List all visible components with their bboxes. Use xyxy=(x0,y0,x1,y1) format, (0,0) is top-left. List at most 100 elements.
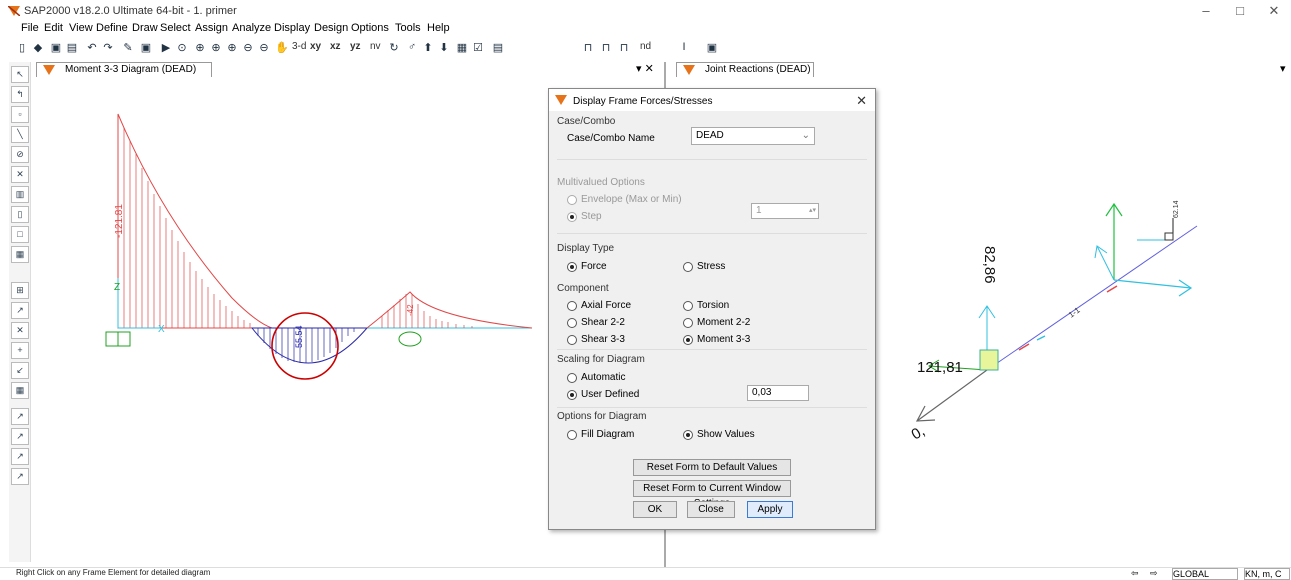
reset-current-button[interactable]: Reset Form to Current Window Settings xyxy=(633,480,791,509)
nd-button[interactable]: nd xyxy=(640,41,651,52)
menu-options[interactable]: Options xyxy=(351,22,389,34)
units-select[interactable]: KN, m, C xyxy=(1244,568,1290,580)
menu-define[interactable]: Define xyxy=(96,22,128,34)
menu-help[interactable]: Help xyxy=(427,22,450,34)
menu-select[interactable]: Select xyxy=(160,22,191,34)
display-options-icon[interactable]: ▤ xyxy=(490,39,506,55)
stress-radio[interactable]: Stress xyxy=(683,261,725,272)
undo-icon[interactable]: ↶ xyxy=(84,39,100,55)
menu-design[interactable]: Design xyxy=(314,22,348,34)
shear-33-radio[interactable]: Shear 3-3 xyxy=(567,334,625,345)
deformed-icon[interactable]: ⊓ xyxy=(598,39,614,55)
view-3d-button[interactable]: 3-d xyxy=(292,41,306,52)
close-button[interactable]: Close xyxy=(687,501,735,518)
case-combo-select[interactable]: DEAD ⌄ xyxy=(691,127,815,145)
pencil-icon[interactable]: ✎ xyxy=(120,39,136,55)
force-radio[interactable]: Force xyxy=(567,261,607,272)
save-icon[interactable]: ▣ xyxy=(48,39,64,55)
draw-frame-icon[interactable]: ╲ xyxy=(11,126,29,143)
step-radio[interactable]: Step xyxy=(567,211,602,222)
new-file-icon[interactable]: ▯ xyxy=(14,39,30,55)
ok-button[interactable]: OK xyxy=(633,501,677,518)
apply-button[interactable]: Apply xyxy=(747,501,793,518)
fill-diagram-radio[interactable]: Fill Diagram xyxy=(567,429,634,440)
step-input[interactable]: 1 ▴▾ xyxy=(751,203,819,219)
print-icon[interactable]: ▤ xyxy=(64,39,80,55)
zoom-in-icon[interactable]: ⊕ xyxy=(224,39,240,55)
view-nv-button[interactable]: nv xyxy=(370,41,381,52)
minimize-button[interactable]: – xyxy=(1191,3,1221,19)
menu-display[interactable]: Display xyxy=(274,22,310,34)
forces-icon[interactable]: ⊓ xyxy=(616,39,632,55)
moment-22-radio[interactable]: Moment 2-2 xyxy=(683,317,750,328)
intersect-icon[interactable]: ✕ xyxy=(11,322,29,339)
snap-mid-icon[interactable]: ↗ xyxy=(11,448,29,465)
quick-frame-icon[interactable]: ⊘ xyxy=(11,146,29,163)
previous-select-icon[interactable]: ↗ xyxy=(11,302,29,319)
pan-icon[interactable]: ✋ xyxy=(274,39,290,55)
zoom-extent-icon[interactable]: ⊖ xyxy=(256,39,272,55)
snap-points-icon[interactable]: ↗ xyxy=(11,428,29,445)
grid-select-icon[interactable]: ▦ xyxy=(11,382,29,399)
menu-file[interactable]: File xyxy=(21,22,39,34)
tab-joint-reactions[interactable]: Joint Reactions (DEAD) xyxy=(676,62,814,77)
axial-force-radio[interactable]: Axial Force xyxy=(567,300,631,311)
zoom-out-icon[interactable]: ⊖ xyxy=(240,39,256,55)
menu-edit[interactable]: Edit xyxy=(44,22,63,34)
line-select-icon[interactable]: ↙ xyxy=(11,362,29,379)
lock-icon[interactable]: ▣ xyxy=(138,39,154,55)
reset-default-button[interactable]: Reset Form to Default Values xyxy=(633,459,791,476)
envelope-radio[interactable]: Envelope (Max or Min) xyxy=(567,194,682,205)
move-up-icon[interactable]: ⬆ xyxy=(420,39,436,55)
reshape-icon[interactable]: ↰ xyxy=(11,86,29,103)
area-draw-icon[interactable]: ▯ xyxy=(11,206,29,223)
snap-intersect-icon[interactable]: ↗ xyxy=(11,468,29,485)
grid-icon[interactable]: ▦ xyxy=(454,39,470,55)
left-panel-close-button[interactable]: ▾ ✕ xyxy=(636,62,654,75)
snap-all-icon[interactable]: ↗ xyxy=(11,408,29,425)
scale-factor-input[interactable]: 0,03 xyxy=(747,385,809,401)
menu-view[interactable]: View xyxy=(69,22,93,34)
user-defined-radio[interactable]: User Defined xyxy=(567,389,639,400)
check-icon[interactable]: ☑ xyxy=(470,39,486,55)
run-analysis-icon[interactable]: ▶ xyxy=(158,39,174,55)
rect-area-icon[interactable]: □ xyxy=(11,226,29,243)
dialog-title-bar[interactable]: Display Frame Forces/Stresses ✕ xyxy=(549,89,875,111)
maximize-button[interactable]: □ xyxy=(1225,3,1255,19)
view-xz-button[interactable]: xz xyxy=(330,41,341,52)
rotate-icon[interactable]: ↻ xyxy=(386,39,402,55)
torsion-radio[interactable]: Torsion xyxy=(683,300,729,311)
open-file-icon[interactable]: ◆ xyxy=(30,39,46,55)
joint-icon[interactable]: ▫ xyxy=(11,106,29,123)
tab-moment-diagram[interactable]: Moment 3-3 Diagram (DEAD) xyxy=(36,62,212,77)
arrow-left-icon[interactable]: ⇦ xyxy=(1131,568,1139,579)
redo-icon[interactable]: ↷ xyxy=(100,39,116,55)
dialog-close-icon[interactable]: ✕ xyxy=(856,93,867,109)
perspective-icon[interactable]: ♂ xyxy=(404,39,420,55)
quick-area-icon[interactable]: ▦ xyxy=(11,246,29,263)
shear-22-radio[interactable]: Shear 2-2 xyxy=(567,317,625,328)
close-window-button[interactable]: ✕ xyxy=(1259,3,1289,19)
secondary-beam-icon[interactable]: ▥ xyxy=(11,186,29,203)
menu-assign[interactable]: Assign xyxy=(195,22,228,34)
brace-icon[interactable]: ✕ xyxy=(11,166,29,183)
move-down-icon[interactable]: ⬇ xyxy=(436,39,452,55)
pointer-icon[interactable]: ↖ xyxy=(11,66,29,83)
spinner-icon[interactable]: ▴▾ xyxy=(809,204,816,218)
menu-draw[interactable]: Draw xyxy=(132,22,158,34)
right-panel-menu-button[interactable]: ▾ xyxy=(1280,62,1286,75)
frame-icon[interactable]: ⊓ xyxy=(580,39,596,55)
show-values-radio[interactable]: Show Values xyxy=(683,429,755,440)
moment-33-radio[interactable]: Moment 3-3 xyxy=(683,334,750,345)
area-icon[interactable]: ▣ xyxy=(704,39,720,55)
run-now-icon[interactable]: ⊙ xyxy=(174,39,190,55)
section-icon[interactable]: I xyxy=(676,39,692,55)
menu-analyze[interactable]: Analyze xyxy=(232,22,271,34)
view-xy-button[interactable]: xy xyxy=(310,41,321,52)
zoom-restore-icon[interactable]: ⊕ xyxy=(208,39,224,55)
arrow-right-icon[interactable]: ⇨ xyxy=(1150,568,1158,579)
clear-select-icon[interactable]: + xyxy=(11,342,29,359)
select-all-icon[interactable]: ⊞ xyxy=(11,282,29,299)
menu-tools[interactable]: Tools xyxy=(395,22,421,34)
automatic-radio[interactable]: Automatic xyxy=(567,372,625,383)
